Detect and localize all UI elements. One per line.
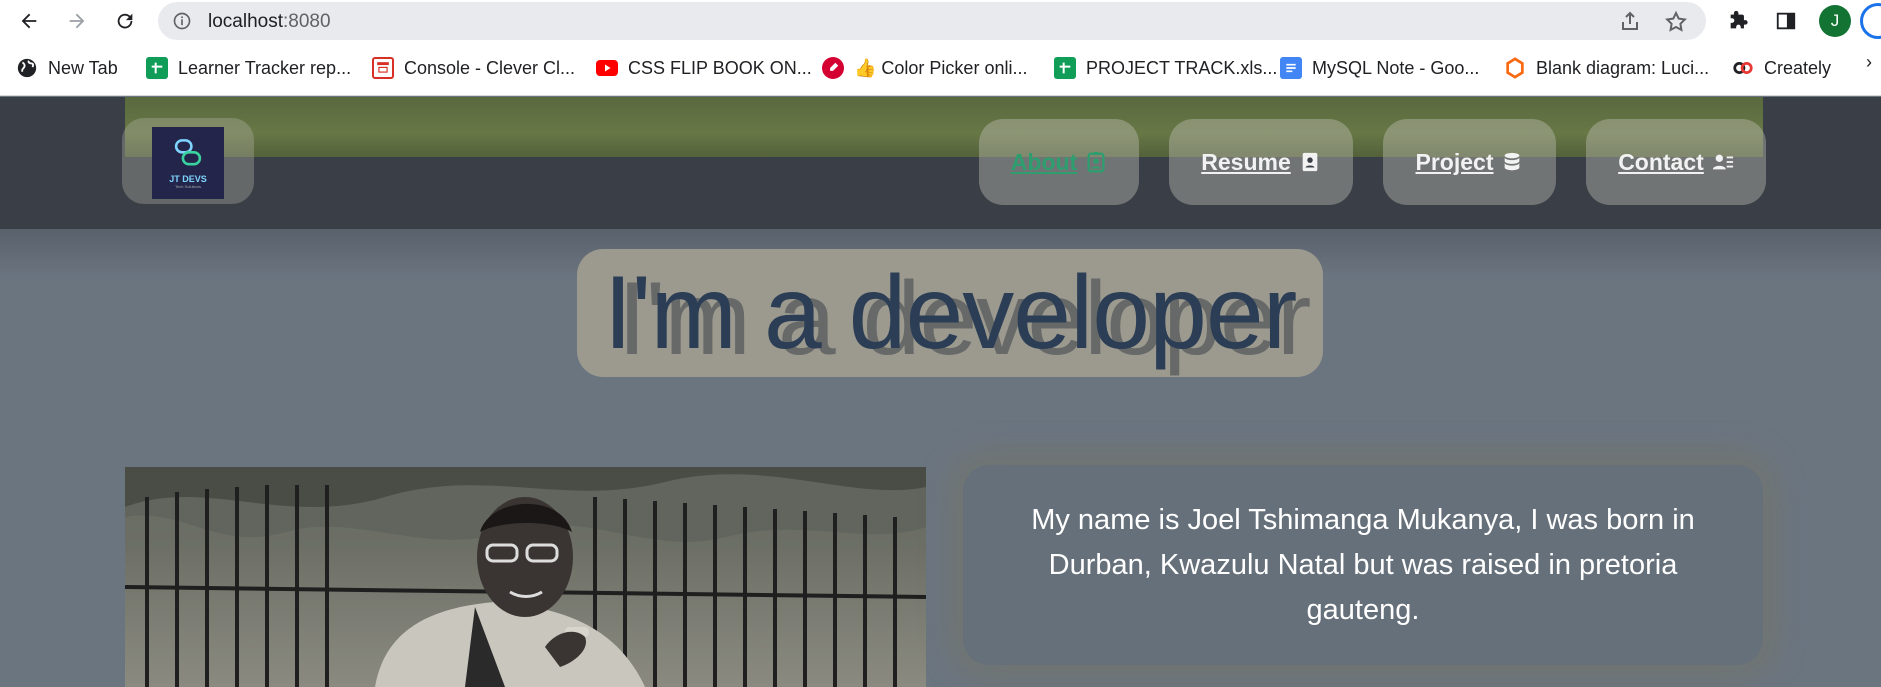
logo-subtext: Tech Solutions bbox=[174, 184, 201, 189]
bookmark-label: Creately bbox=[1764, 57, 1832, 78]
address-bar[interactable]: localhost:8080 bbox=[158, 2, 1706, 40]
nav-contact-label: Contact bbox=[1618, 148, 1704, 175]
id-card-icon bbox=[1302, 152, 1318, 172]
browser-toolbar: localhost:8080 J bbox=[0, 0, 1881, 42]
side-panel-icon bbox=[1776, 12, 1796, 30]
profile-photo bbox=[125, 467, 926, 687]
back-button[interactable] bbox=[14, 6, 44, 36]
bookmark-console[interactable]: Console - Clever Cl... bbox=[372, 54, 575, 82]
update-indicator[interactable] bbox=[1860, 3, 1881, 39]
database-icon bbox=[1505, 152, 1520, 171]
extensions-button[interactable] bbox=[1724, 7, 1752, 35]
docs-icon bbox=[1280, 57, 1302, 79]
nav-about[interactable]: About bbox=[979, 119, 1139, 205]
url-host: localhost bbox=[208, 11, 283, 32]
bookmark-creately[interactable]: Creately bbox=[1732, 54, 1831, 82]
bookmark-new-tab[interactable]: New Tab bbox=[16, 54, 118, 82]
lucid-icon bbox=[1504, 57, 1526, 79]
browser-chrome: localhost:8080 J New Tab Learner Tracker… bbox=[0, 0, 1881, 96]
share-icon[interactable] bbox=[1618, 10, 1642, 34]
bookmark-label: MySQL Note - Goo... bbox=[1312, 57, 1480, 78]
contact-list-icon bbox=[1712, 154, 1733, 170]
bookmark-learner-tracker[interactable]: Learner Tracker rep... bbox=[146, 54, 351, 82]
hero-title: I'm a developer bbox=[603, 255, 1298, 371]
logo-mark-icon bbox=[174, 139, 202, 166]
profile-avatar[interactable]: J bbox=[1819, 5, 1851, 37]
globe-icon bbox=[16, 57, 38, 79]
nav-resume[interactable]: Resume bbox=[1169, 119, 1353, 205]
bookmark-blank-diagram[interactable]: Blank diagram: Luci... bbox=[1504, 54, 1709, 82]
bookmark-label: Learner Tracker rep... bbox=[178, 57, 352, 78]
arrow-left-icon bbox=[21, 13, 37, 29]
url-port: :8080 bbox=[283, 11, 331, 32]
nav-resume-label: Resume bbox=[1201, 148, 1291, 175]
creately-icon bbox=[1732, 57, 1754, 79]
bookmark-css-flip-book[interactable]: CSS FLIP BOOK ON... bbox=[596, 54, 812, 82]
nav-project-label: Project bbox=[1415, 148, 1494, 175]
color-picker-icon bbox=[822, 57, 844, 79]
bookmark-label: New Tab bbox=[48, 57, 118, 78]
bookmark-label: PROJECT TRACK.xls... bbox=[1086, 57, 1278, 78]
forward-button[interactable] bbox=[62, 6, 92, 36]
bookmark-label: Console - Clever Cl... bbox=[404, 57, 576, 78]
puzzle-icon bbox=[1730, 10, 1748, 29]
nav-contact[interactable]: Contact bbox=[1586, 119, 1766, 205]
bookmark-label: Blank diagram: Luci... bbox=[1536, 57, 1710, 78]
youtube-icon bbox=[596, 60, 618, 76]
bookmark-label: 👍 Color Picker onli... bbox=[854, 57, 1028, 78]
console-icon bbox=[372, 57, 394, 79]
bookmark-project-track[interactable]: PROJECT TRACK.xls... bbox=[1054, 54, 1277, 82]
profile-photo-image bbox=[125, 467, 926, 687]
url-text: localhost:8080 bbox=[208, 11, 331, 33]
bookmarks-bar: New Tab Learner Tracker rep... Console -… bbox=[0, 50, 1881, 86]
site-logo[interactable]: JT DEVS Tech Solutions bbox=[152, 127, 224, 199]
bookmark-label: CSS FLIP BOOK ON... bbox=[628, 57, 812, 78]
nav-about-label: About bbox=[1010, 148, 1078, 175]
star-icon[interactable] bbox=[1664, 10, 1688, 34]
intro-text: My name is Joel Tshimanga Mukanya, I was… bbox=[1031, 504, 1695, 626]
bookmark-mysql-note[interactable]: MySQL Note - Goo... bbox=[1280, 54, 1479, 82]
nav-project[interactable]: Project bbox=[1383, 119, 1556, 205]
info-icon bbox=[173, 12, 191, 30]
sheets-icon bbox=[1054, 57, 1076, 79]
reload-icon bbox=[117, 13, 133, 29]
bookmarks-overflow-button[interactable]: › bbox=[1866, 52, 1872, 73]
logo-text: JT DEVS bbox=[169, 174, 207, 184]
reload-button[interactable] bbox=[110, 6, 140, 36]
sheets-icon bbox=[146, 57, 168, 79]
arrow-right-icon bbox=[69, 13, 85, 29]
side-panel-button[interactable] bbox=[1772, 7, 1800, 35]
person-badge-icon bbox=[1087, 151, 1105, 173]
bookmark-color-picker[interactable]: 👍 Color Picker onli... bbox=[822, 54, 1027, 82]
